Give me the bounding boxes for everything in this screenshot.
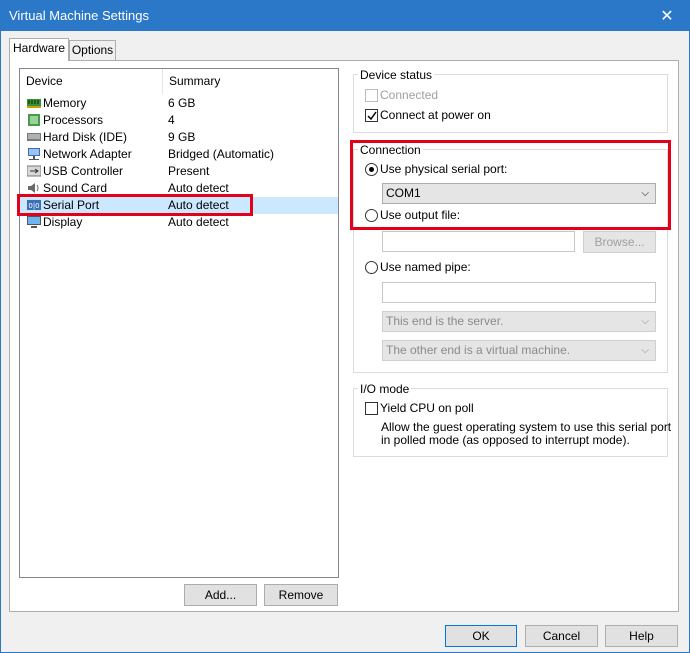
title-bar[interactable]: Virtual Machine Settings ✕	[1, 1, 689, 31]
column-header-device[interactable]: Device	[20, 69, 163, 94]
browse-button[interactable]: Browse...	[583, 231, 656, 253]
named-pipe-input[interactable]	[382, 282, 656, 303]
cancel-button-label: Cancel	[542, 629, 581, 643]
device-name: USB Controller	[43, 164, 124, 178]
ok-button[interactable]: OK	[445, 625, 517, 647]
add-button[interactable]: Add...	[184, 584, 257, 606]
io-mode-title: I/O mode	[358, 382, 412, 396]
ok-button-label: OK	[472, 629, 490, 643]
usb-icon	[27, 165, 41, 177]
browse-button-label: Browse...	[594, 235, 645, 249]
connect-at-power-on-label: Connect at power on	[380, 108, 491, 122]
device-summary: Present	[168, 164, 210, 178]
device-name: Serial Port	[43, 198, 100, 212]
remove-button-label: Remove	[278, 588, 324, 602]
connect-at-power-on-checkbox[interactable]	[365, 109, 378, 122]
output-file-input[interactable]	[382, 231, 575, 252]
window-title: Virtual Machine Settings	[9, 8, 149, 23]
serial-port-icon: 0|0	[27, 200, 41, 210]
display-icon	[27, 216, 41, 228]
device-summary: Auto detect	[168, 198, 229, 212]
remove-button[interactable]: Remove	[264, 584, 338, 606]
device-name: Sound Card	[43, 181, 108, 195]
use-physical-serial-port-label: Use physical serial port:	[380, 162, 508, 176]
chevron-down-icon: ⌵	[641, 345, 649, 356]
list-item-processors[interactable]: Processors 4	[20, 112, 338, 129]
pipe-other-end-select[interactable]: The other end is a virtual machine. ⌵	[382, 340, 656, 361]
processor-icon	[28, 114, 40, 126]
hard-disk-icon	[27, 133, 41, 141]
list-item-usb-controller[interactable]: USB Controller Present	[20, 163, 338, 180]
physical-port-value: COM1	[386, 186, 421, 200]
io-mode-description-line2: in polled mode (as opposed to interrupt …	[381, 433, 630, 447]
use-named-pipe-label: Use named pipe:	[380, 260, 471, 274]
device-name: Network Adapter	[43, 147, 132, 161]
use-output-file-radio[interactable]	[365, 209, 378, 222]
tab-hardware[interactable]: Hardware	[9, 38, 69, 61]
connected-label: Connected	[380, 88, 439, 102]
device-summary: 4	[168, 113, 175, 127]
chevron-down-icon: ⌵	[641, 316, 649, 327]
use-named-pipe-radio[interactable]	[365, 261, 378, 274]
connected-checkbox[interactable]	[365, 89, 378, 102]
network-adapter-icon	[28, 148, 40, 160]
use-output-file-label: Use output file:	[380, 208, 461, 222]
list-item-sound-card[interactable]: Sound Card Auto detect	[20, 180, 338, 197]
column-header-summary[interactable]: Summary	[163, 69, 338, 94]
help-button[interactable]: Help	[605, 625, 678, 647]
device-summary: Auto detect	[168, 215, 229, 229]
connection-title: Connection	[358, 143, 423, 157]
list-item-network-adapter[interactable]: Network Adapter Bridged (Automatic)	[20, 146, 338, 163]
device-summary: 6 GB	[168, 96, 196, 110]
device-summary: 9 GB	[168, 130, 196, 144]
yield-cpu-checkbox[interactable]	[365, 402, 378, 415]
svg-text:0|0: 0|0	[28, 202, 39, 210]
pipe-end-select[interactable]: This end is the server. ⌵	[382, 311, 656, 332]
device-list[interactable]: Device Summary Memory 6 GB Processors 4 …	[19, 68, 339, 578]
tab-options[interactable]: Options	[69, 40, 116, 60]
help-button-label: Help	[629, 629, 654, 643]
yield-cpu-label: Yield CPU on poll	[380, 401, 474, 415]
device-name: Processors	[43, 113, 104, 127]
pipe-end-value: This end is the server.	[386, 314, 504, 328]
device-name: Memory	[43, 96, 87, 110]
device-name: Display	[43, 215, 83, 229]
chevron-down-icon: ⌵	[641, 188, 649, 199]
device-status-group	[353, 74, 668, 133]
list-item-hard-disk[interactable]: Hard Disk (IDE) 9 GB	[20, 129, 338, 146]
add-button-label: Add...	[204, 588, 237, 602]
list-item-memory[interactable]: Memory 6 GB	[20, 95, 338, 112]
device-summary: Bridged (Automatic)	[168, 147, 275, 161]
device-name: Hard Disk (IDE)	[43, 130, 128, 144]
cancel-button[interactable]: Cancel	[525, 625, 598, 647]
physical-port-select[interactable]: COM1 ⌵	[382, 183, 656, 204]
use-physical-serial-port-radio[interactable]	[365, 163, 378, 176]
sound-card-icon	[28, 183, 39, 193]
memory-icon	[27, 99, 41, 108]
checkmark-icon	[367, 111, 377, 121]
io-mode-description-line1: Allow the guest operating system to use …	[381, 420, 672, 434]
radio-selected-dot	[369, 167, 374, 172]
device-status-title: Device status	[358, 68, 435, 82]
list-item-serial-port[interactable]: 0|0 Serial Port Auto detect	[20, 197, 338, 214]
pipe-other-value: The other end is a virtual machine.	[386, 343, 571, 357]
device-summary: Auto detect	[168, 181, 229, 195]
close-icon[interactable]: ✕	[645, 1, 689, 31]
list-item-display[interactable]: Display Auto detect	[20, 214, 338, 231]
